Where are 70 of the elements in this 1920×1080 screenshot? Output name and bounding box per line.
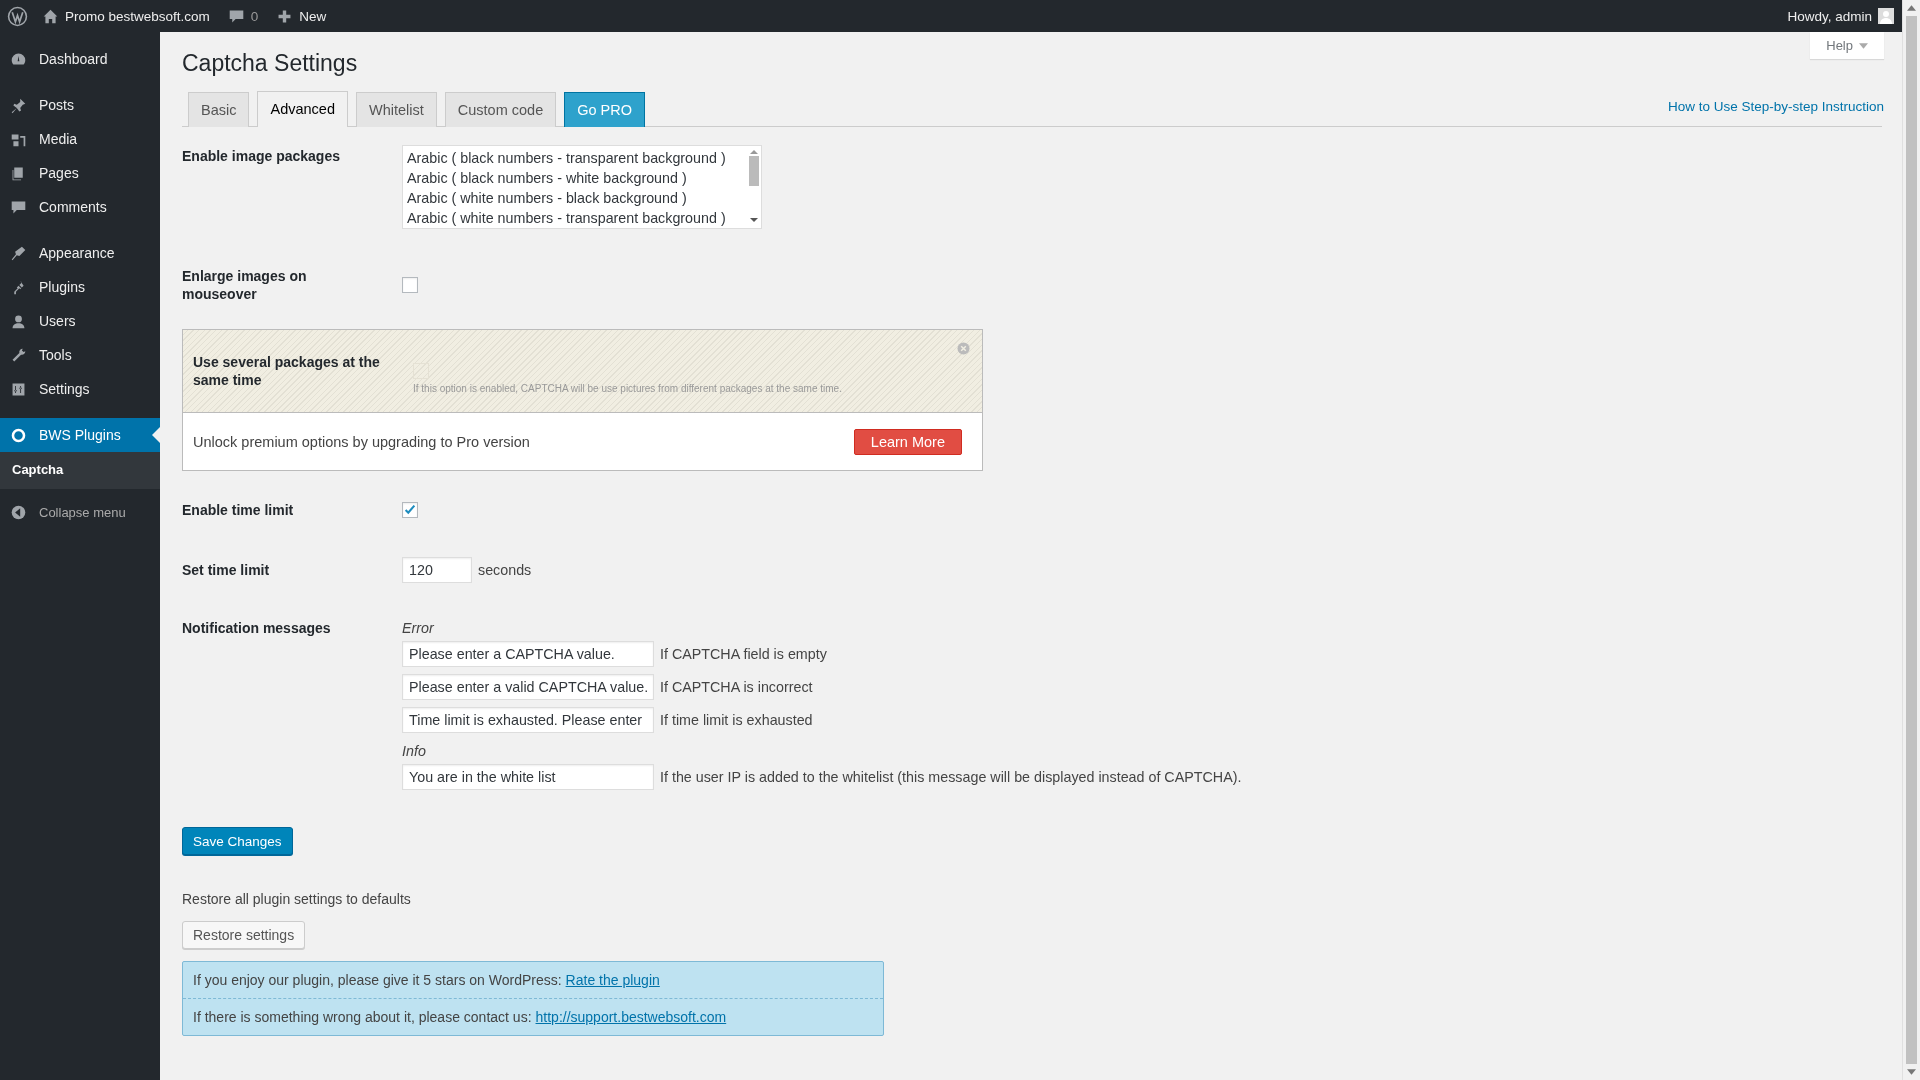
tab[interactable]: Custom code	[444, 92, 557, 127]
setting-label: Notification messages	[182, 619, 332, 637]
group-heading: Error	[402, 619, 435, 637]
notice-text: If you enjoy our plugin, please give it 5 stars on WordPress:	[193, 972, 562, 988]
wordpress-logo[interactable]	[7, 5, 28, 27]
tab[interactable]: Advanced	[257, 91, 348, 127]
menu-item[interactable]: BWS Plugins	[0, 418, 160, 452]
unit-label: seconds	[478, 562, 532, 578]
setting-label: Enlarge images on mouseover	[182, 267, 308, 303]
checkbox[interactable]	[402, 502, 418, 518]
setting-label: Set time limit	[182, 561, 271, 579]
field-hint: If CAPTCHA is incorrect	[660, 679, 813, 695]
new-link[interactable]: New	[299, 8, 327, 24]
menu-icon	[10, 346, 27, 364]
notice-link[interactable]: http://support.bestwebsoft.com	[535, 1009, 727, 1025]
restore-text: Restore all plugin settings to defaults	[182, 891, 412, 907]
restore-settings-button[interactable]: Restore settings	[182, 921, 306, 949]
notice-link[interactable]: Rate the plugin	[565, 972, 660, 988]
caret-icon	[1859, 42, 1868, 49]
package-option[interactable]: Arabic ( white numbers - black background )	[407, 188, 743, 208]
field-hint: If CAPTCHA field is empty	[660, 646, 827, 662]
instruction-link[interactable]: How to Use Step-by-step Instruction	[1667, 99, 1884, 114]
message-field[interactable]: You are in the white list	[402, 764, 654, 790]
group-heading: Info	[402, 742, 427, 760]
page-title: Captcha Settings	[182, 50, 359, 77]
setting-label: Enable image packages	[182, 147, 341, 165]
option-description: If this option is enabled, CAPTCHA will be use pictures from different packages at the same time.	[413, 382, 842, 394]
menu-item[interactable]: Media	[0, 122, 160, 156]
menu-icon	[10, 426, 27, 444]
package-option[interactable]: Arabic ( white numbers - transparent background )	[407, 208, 743, 228]
field-hint: If time limit is exhausted	[660, 712, 813, 728]
menu-item[interactable]: Appearance	[0, 236, 160, 270]
help-button[interactable]: Help	[1810, 32, 1884, 59]
message-field[interactable]: Please enter a valid CAPTCHA value.	[402, 674, 654, 700]
tab[interactable]: Whitelist	[355, 92, 437, 127]
menu-item[interactable]: Settings	[0, 372, 160, 406]
menu-item[interactable]: Pages	[0, 156, 160, 190]
avatar-icon	[1878, 8, 1894, 24]
setting-label: Enable time limit	[182, 501, 295, 519]
setting-label: Use several packages at the same time	[193, 353, 381, 389]
collapse-icon[interactable]	[10, 503, 27, 521]
menu-item[interactable]: Dashboard	[0, 42, 160, 76]
save-changes-button[interactable]: Save Changes	[182, 827, 293, 855]
menu-icon	[10, 244, 27, 262]
scroll-down-icon[interactable]	[1907, 1069, 1916, 1075]
menu-item[interactable]: Tools	[0, 338, 160, 372]
home-icon	[42, 7, 59, 25]
message-field[interactable]: Please enter a CAPTCHA value.	[402, 641, 654, 667]
package-option[interactable]: Arabic ( black numbers - transparent background )	[407, 148, 743, 168]
scroll-up-icon[interactable]	[1907, 5, 1916, 11]
package-listbox[interactable]: Arabic ( black numbers - transparent background ) Arabic ( black numbers - white background ) Arabic ( white numbers - black background ) Arabic ( white numbers - transparent background )	[402, 145, 762, 229]
package-option[interactable]: Arabic ( black numbers - white background )	[407, 168, 743, 188]
tab[interactable]: Basic	[188, 92, 250, 127]
menu-item[interactable]: Posts	[0, 88, 160, 122]
menu-icon	[10, 96, 27, 114]
comment-count[interactable]: 0	[250, 8, 259, 24]
field-hint: If the user IP is added to the whitelist (this message will be displayed instead of CAPTCHA).	[660, 769, 1242, 785]
learn-more-button[interactable]: Learn More	[853, 428, 962, 455]
time-limit-field[interactable]: 120	[402, 557, 472, 583]
site-link[interactable]: Promo bestwebsoft.com	[65, 8, 210, 24]
menu-item[interactable]: Comments	[0, 190, 160, 224]
message-field[interactable]: Time limit is exhausted. Please enter	[402, 707, 654, 733]
menu-item[interactable]: Users	[0, 304, 160, 338]
checkbox[interactable]	[402, 277, 418, 293]
scrollbar-thumb[interactable]	[1906, 16, 1917, 1064]
upgrade-text: Unlock premium options by upgrading to Pro version	[193, 433, 530, 450]
notice-text: If there is something wrong about it, please contact us:	[193, 1009, 532, 1025]
menu-item[interactable]: Plugins	[0, 270, 160, 304]
collapse-menu-link[interactable]: Collapse menu	[39, 504, 126, 520]
user-greeting[interactable]: Howdy, admin	[1787, 8, 1872, 24]
